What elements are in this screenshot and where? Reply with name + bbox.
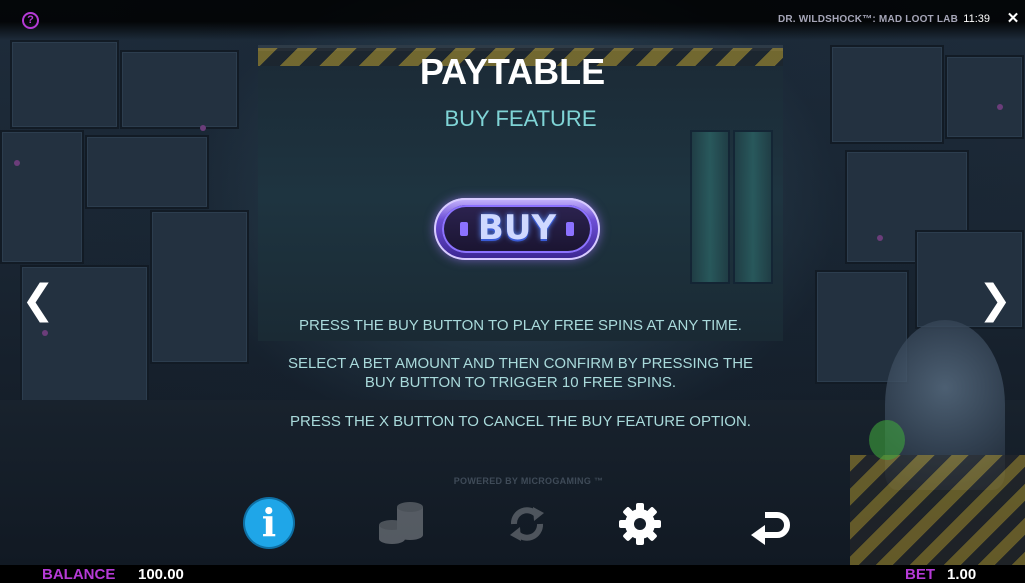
clock: 11:39	[963, 13, 990, 25]
chevron-right-icon[interactable]: ❯	[977, 280, 1013, 320]
instruction-line: SELECT A BET AMOUNT AND THEN CONFIRM BY …	[287, 355, 754, 372]
hazard-crate	[850, 455, 1025, 565]
balance-value: 100.00	[138, 566, 184, 583]
autoplay-cycle-icon	[510, 507, 544, 541]
coin-stack-icon	[379, 502, 423, 544]
coin-stack-button[interactable]	[376, 497, 430, 551]
autoplay-button[interactable]	[500, 497, 554, 551]
close-x-icon[interactable]: ✕	[1003, 9, 1023, 29]
info-icon-glyph: i	[261, 500, 277, 545]
powered-by-label: POWERED BY MICROGAMING ™	[453, 476, 604, 486]
section-subtitle: BUY FEATURE	[444, 106, 597, 131]
info-button[interactable]: i	[243, 497, 297, 551]
bet-value: 1.00	[947, 566, 977, 583]
return-button[interactable]	[743, 497, 797, 551]
chevron-left-icon[interactable]: ❮	[20, 280, 56, 320]
instruction-line: BUY BUTTON TO TRIGGER 10 FREE SPINS.	[364, 374, 677, 391]
game-title: DR. WILDSHOCK™: MAD LOOT LAB	[777, 14, 958, 25]
page-title: PAYTABLE	[419, 51, 606, 92]
gear-icon	[619, 503, 661, 545]
top-bar: ? DR. WILDSHOCK™: MAD LOOT LAB 11:39 ✕	[0, 0, 1025, 40]
question-mark-circle-icon[interactable]: ?	[22, 12, 39, 29]
return-arrow-icon	[751, 512, 790, 545]
specimen-tank	[733, 130, 773, 284]
settings-button[interactable]	[613, 497, 667, 551]
buy-button-label: BUY	[477, 208, 557, 248]
instruction-line: PRESS THE BUY BUTTON TO PLAY FREE SPINS …	[299, 317, 742, 334]
status-bar: BALANCE 100.00 BET 1.00	[0, 565, 1025, 583]
instruction-line: PRESS THE X BUTTON TO CANCEL THE BUY FEA…	[290, 413, 751, 430]
balance-label: BALANCE	[42, 566, 116, 583]
buy-feature-button[interactable]: BUY	[434, 198, 600, 260]
specimen-tank	[690, 130, 730, 284]
bet-label: BET	[905, 566, 935, 583]
